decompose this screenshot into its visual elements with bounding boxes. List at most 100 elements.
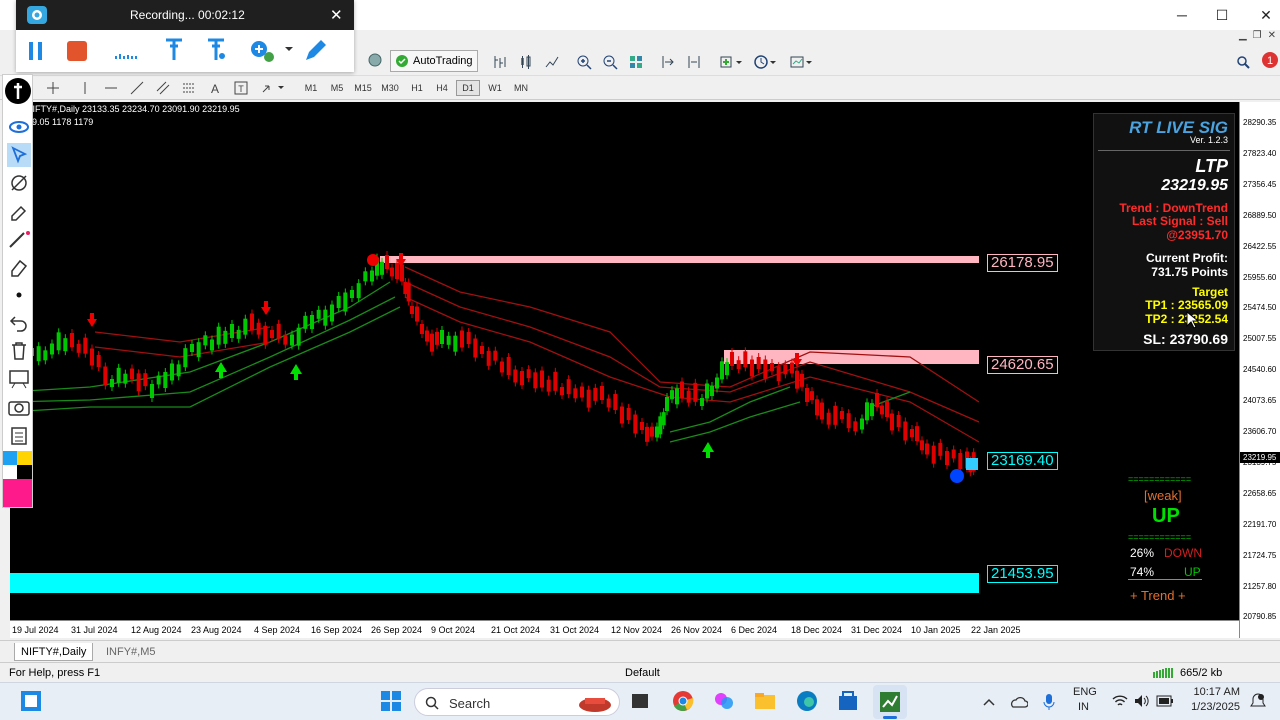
- clock-time[interactable]: 10:17 AM: [1190, 686, 1240, 698]
- file-explorer-icon[interactable]: [754, 690, 776, 712]
- chart-shift-icon[interactable]: [684, 52, 704, 72]
- recorder-close-button[interactable]: ✕: [330, 6, 343, 24]
- bar-chart-icon[interactable]: [490, 52, 510, 72]
- pen-annotation-icon[interactable]: [302, 38, 328, 64]
- mdi-close-icon[interactable]: ✕: [1268, 30, 1276, 46]
- chrome-icon[interactable]: [672, 690, 694, 712]
- chevron-down-icon[interactable]: [284, 46, 294, 54]
- clear-tool[interactable]: [7, 339, 31, 363]
- maximize-button[interactable]: ☐: [1200, 0, 1244, 30]
- mdi-minimize-icon[interactable]: ▁: [1239, 30, 1247, 46]
- taskbar-search-box[interactable]: Search: [414, 688, 620, 716]
- timeframe-w1[interactable]: W1: [483, 80, 507, 96]
- trendline-icon[interactable]: [128, 78, 146, 98]
- edge-icon[interactable]: [796, 690, 818, 712]
- candle: [853, 421, 858, 432]
- tab-nifty-daily[interactable]: NIFTY#,Daily: [14, 643, 94, 661]
- spotlight-tool[interactable]: [7, 171, 31, 195]
- auto-scroll-icon[interactable]: [658, 52, 678, 72]
- pause-icon[interactable]: [26, 40, 46, 62]
- region-code[interactable]: IN: [1078, 701, 1089, 713]
- fibonacci-icon[interactable]: [180, 78, 198, 98]
- text-label-icon[interactable]: T: [232, 78, 250, 98]
- undo-tool[interactable]: [7, 311, 31, 335]
- highlighter-tool[interactable]: [7, 199, 31, 223]
- periods-dropdown[interactable]: [750, 52, 780, 72]
- horizontal-line-icon[interactable]: [102, 78, 120, 98]
- click-effect-icon[interactable]: [204, 36, 228, 64]
- templates-dropdown[interactable]: [786, 52, 816, 72]
- candle: [665, 397, 669, 411]
- stroke-size-tool[interactable]: [7, 283, 31, 307]
- recorder-grip-icon[interactable]: [4, 77, 32, 105]
- search-icon[interactable]: [1234, 52, 1252, 72]
- pen-tool[interactable]: [7, 227, 31, 251]
- market-watch-icon[interactable]: [364, 50, 386, 70]
- close-window-button[interactable]: ✕: [1244, 0, 1280, 30]
- notification-icon[interactable]: [1250, 693, 1266, 709]
- microphone-icon[interactable]: [1042, 693, 1056, 711]
- candle: [725, 362, 729, 376]
- screen-recorder-toolbar: Recording... 00:02:12 ✕: [16, 0, 354, 72]
- arrows-dropdown[interactable]: [258, 78, 288, 98]
- timeframe-m5[interactable]: M5: [325, 80, 349, 96]
- clipboard-tool[interactable]: [7, 423, 31, 447]
- color-swatch-yellow[interactable]: [17, 451, 32, 465]
- timeframe-m15[interactable]: M15: [351, 80, 375, 96]
- profit-value: 731.75 Points: [1151, 265, 1228, 279]
- cursor-highlight-icon[interactable]: [162, 36, 186, 64]
- timeframe-m1[interactable]: M1: [299, 80, 323, 96]
- view-tool[interactable]: [7, 115, 31, 139]
- clock-date[interactable]: 1/23/2025: [1186, 701, 1240, 713]
- volume-icon[interactable]: [1134, 694, 1150, 708]
- timeframe-d1[interactable]: D1: [456, 80, 480, 96]
- vertical-line-icon[interactable]: [76, 78, 94, 98]
- autotrading-button[interactable]: AutoTrading: [390, 50, 478, 72]
- task-view-icon[interactable]: [630, 691, 650, 711]
- mdi-restore-icon[interactable]: ❐: [1253, 30, 1262, 46]
- chevron-up-icon[interactable]: [982, 695, 996, 709]
- text-tool-icon[interactable]: A: [206, 78, 224, 98]
- tile-windows-icon[interactable]: [626, 52, 646, 72]
- timeframe-m30[interactable]: M30: [378, 80, 402, 96]
- language-code[interactable]: ENG: [1073, 686, 1097, 698]
- select-tool[interactable]: [7, 143, 31, 167]
- timeframe-h1[interactable]: H1: [405, 80, 429, 96]
- store-icon[interactable]: [837, 690, 859, 712]
- channel-icon[interactable]: [154, 78, 172, 98]
- panel-divider: [1098, 150, 1230, 151]
- line-chart-icon[interactable]: [542, 52, 562, 72]
- eraser-icon: [11, 259, 28, 277]
- candlestick-icon[interactable]: [516, 52, 536, 72]
- zoom-out-icon[interactable]: [600, 52, 620, 72]
- color-swatch-black[interactable]: [17, 465, 32, 479]
- timeframe-mn[interactable]: MN: [509, 80, 533, 96]
- crosshair-icon[interactable]: [44, 78, 62, 98]
- metatrader-taskbar-item[interactable]: [873, 685, 907, 719]
- whiteboard-tool[interactable]: [7, 367, 31, 391]
- copilot-icon[interactable]: [713, 690, 735, 712]
- color-swatch-blue[interactable]: [3, 451, 17, 465]
- timeframe-h4[interactable]: H4: [430, 80, 454, 96]
- audio-level-icon[interactable]: [114, 44, 140, 60]
- time-axis: 19 Jul 2024 31 Jul 2024 12 Aug 2024 23 Aug …: [10, 620, 1239, 638]
- notification-badge-icon[interactable]: 1: [1260, 50, 1280, 70]
- stop-icon[interactable]: [66, 40, 88, 62]
- color-swatch-active[interactable]: [3, 479, 32, 507]
- color-palette[interactable]: [3, 451, 32, 507]
- candle: [915, 426, 919, 442]
- tab-infy-m5[interactable]: INFY#,M5: [100, 643, 162, 661]
- eraser-tool[interactable]: [7, 255, 31, 279]
- windows-start-icon[interactable]: [380, 690, 402, 712]
- color-swatch-white[interactable]: [3, 465, 17, 479]
- screenshot-tool[interactable]: [7, 395, 31, 419]
- minimize-button[interactable]: ─: [1160, 0, 1204, 30]
- battery-icon[interactable]: [1156, 695, 1174, 707]
- indicators-dropdown[interactable]: [716, 52, 746, 72]
- wifi-icon[interactable]: [1112, 694, 1128, 708]
- webcam-zoom-icon[interactable]: [248, 38, 276, 64]
- zoom-in-icon[interactable]: [574, 52, 594, 72]
- help-text: For Help, press F1: [9, 667, 101, 679]
- desktop-widget-icon[interactable]: [20, 690, 42, 712]
- onedrive-icon[interactable]: [1010, 694, 1028, 710]
